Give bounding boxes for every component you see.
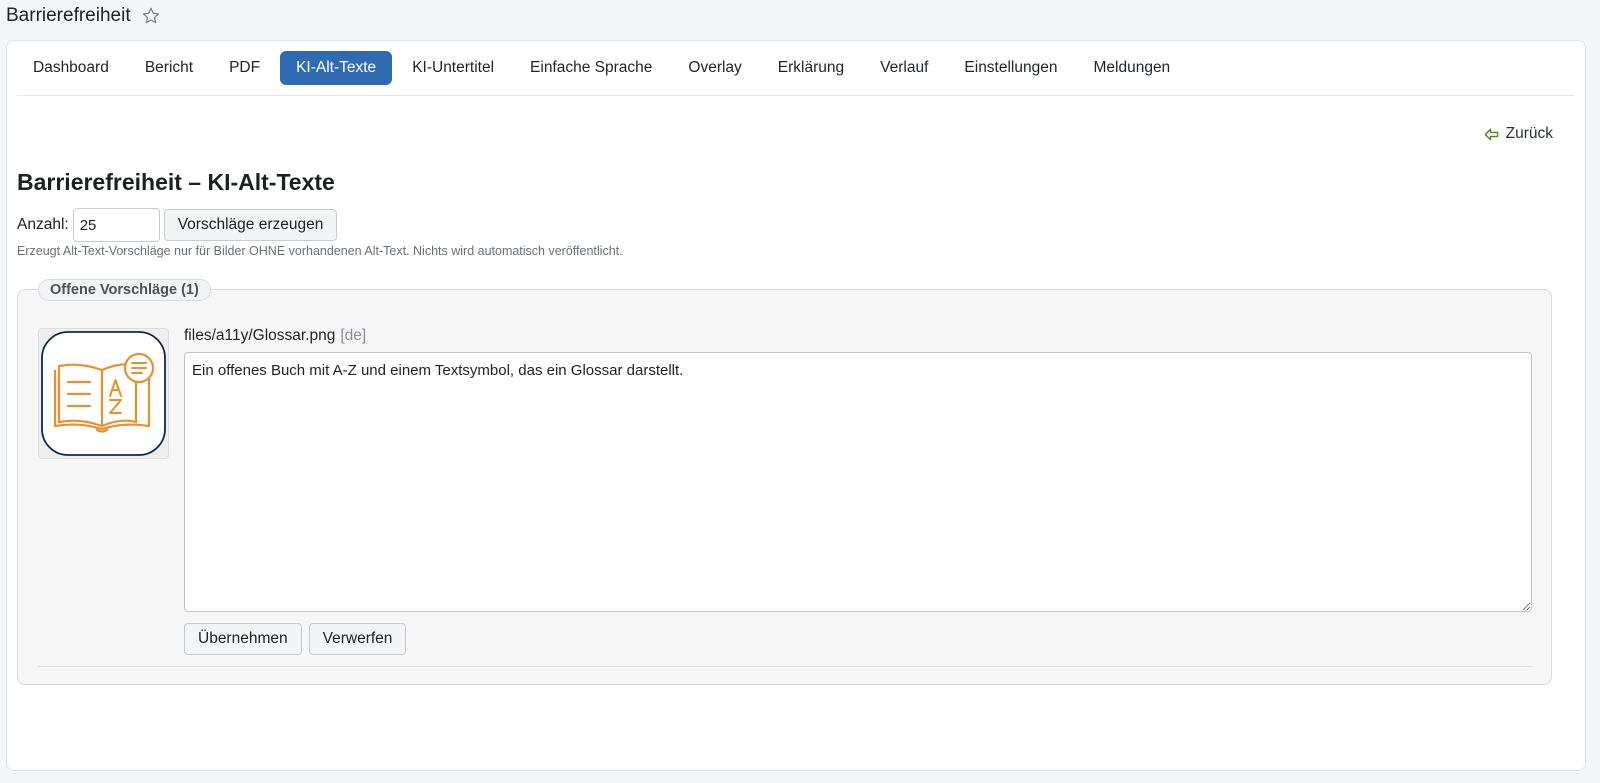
suggestion-filename: files/a11y/Glossar.png — [184, 327, 336, 344]
glossary-book-icon — [41, 331, 166, 456]
generate-suggestions-button[interactable]: Vorschläge erzeugen — [163, 209, 338, 241]
tab-einstellungen[interactable]: Einstellungen — [948, 51, 1073, 85]
tab-erklaerung[interactable]: Erklärung — [762, 51, 860, 85]
star-outline-icon[interactable] — [141, 6, 161, 26]
suggestion-divider — [38, 666, 1532, 667]
tab-meldungen[interactable]: Meldungen — [1077, 51, 1186, 85]
suggestion-language-tag: [de] — [340, 327, 367, 344]
count-input[interactable] — [72, 208, 160, 242]
tab-dashboard[interactable]: Dashboard — [17, 51, 125, 85]
tab-overlay[interactable]: Overlay — [672, 51, 757, 85]
image-thumbnail — [38, 328, 169, 459]
back-link-label: Zurück — [1505, 125, 1553, 142]
tab-bar: Dashboard Bericht PDF KI-Alt-Texte KI-Un… — [17, 51, 1574, 96]
open-suggestions-legend: Offene Vorschläge (1) — [38, 279, 211, 301]
page-title: Barrierefreiheit — [6, 5, 131, 26]
page-header: Barrierefreiheit — [6, 4, 161, 28]
arrow-left-icon — [1484, 127, 1499, 141]
tab-pdf[interactable]: PDF — [213, 51, 276, 85]
main-card: Dashboard Bericht PDF KI-Alt-Texte KI-Un… — [6, 40, 1586, 771]
tab-ki-alt-texte[interactable]: KI-Alt-Texte — [280, 51, 393, 85]
open-suggestions-fieldset: Offene Vorschläge (1) files/a11y/Glossar… — [17, 279, 1552, 685]
accept-button[interactable]: Übernehmen — [184, 623, 302, 655]
suggestion-actions: Übernehmen Verwerfen — [184, 623, 407, 655]
count-label: Anzahl: — [17, 216, 69, 233]
generate-form: Anzahl: Vorschläge erzeugen — [17, 208, 338, 242]
suggestion-file-info: files/a11y/Glossar.png [de] — [184, 327, 366, 345]
page-heading: Barrierefreiheit – KI-Alt-Texte — [17, 169, 335, 195]
tab-bericht[interactable]: Bericht — [129, 51, 209, 85]
generate-hint: Erzeugt Alt-Text-Vorschläge nur für Bild… — [17, 244, 623, 258]
alt-text-textarea[interactable]: Ein offenes Buch mit A-Z und einem Texts… — [184, 352, 1532, 612]
tab-ki-untertitel[interactable]: KI-Untertitel — [396, 51, 510, 85]
tab-verlauf[interactable]: Verlauf — [864, 51, 944, 85]
tab-einfache-sprache[interactable]: Einfache Sprache — [514, 51, 668, 85]
back-link[interactable]: Zurück — [1484, 125, 1553, 143]
discard-button[interactable]: Verwerfen — [308, 623, 407, 655]
